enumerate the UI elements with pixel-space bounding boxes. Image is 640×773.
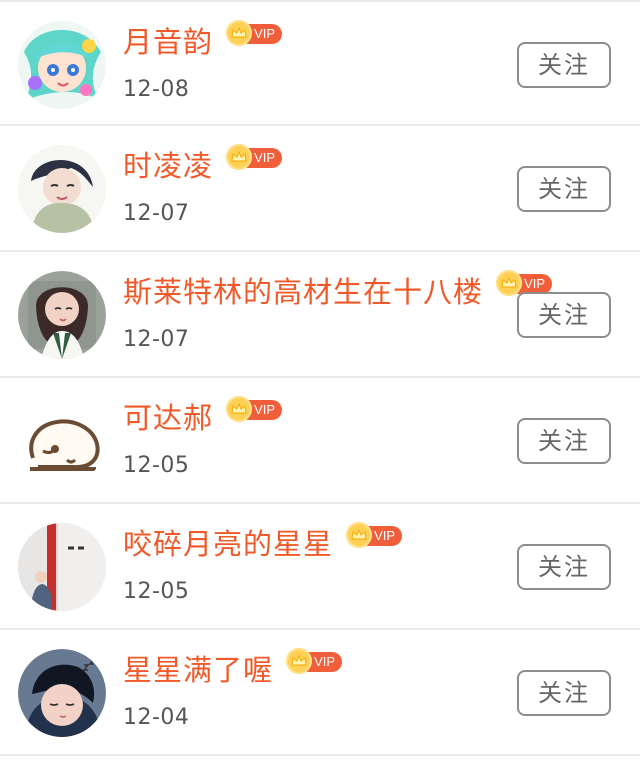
name-line: 时凌凌 VIP — [123, 144, 283, 186]
username[interactable]: 咬碎月亮的星星 — [123, 524, 333, 564]
list-item[interactable]: 可达郝 VIP 12-05 关注 — [0, 378, 640, 504]
name-line: 月音韵 VIP — [123, 20, 283, 62]
crown-icon — [226, 144, 253, 170]
username[interactable]: 斯莱特林的高材生在十八楼 — [123, 272, 483, 312]
follow-button[interactable]: 关注 — [517, 292, 611, 338]
list-item[interactable]: 时凌凌 VIP 12-07 关注 — [0, 126, 640, 252]
follow-date: 12-07 — [123, 327, 190, 352]
avatar[interactable] — [18, 271, 106, 359]
list-item[interactable]: 斯莱特林的高材生在十八楼 VIP 12-07 关注 — [0, 252, 640, 378]
follow-list: 月音韵 VIP 12-08 关注 时凌凌 VIP 12-07 关注 斯莱特林的高… — [0, 0, 640, 773]
crown-icon — [226, 396, 253, 422]
name-line: 星星满了喔 VIP — [123, 648, 343, 690]
vip-badge: VIP — [226, 20, 283, 46]
follow-date: 12-04 — [123, 705, 190, 730]
username[interactable]: 时凌凌 — [123, 146, 213, 186]
crown-icon — [346, 522, 373, 548]
follow-button[interactable]: 关注 — [517, 670, 611, 716]
follow-date: 12-05 — [123, 453, 190, 478]
avatar[interactable] — [18, 397, 106, 485]
vip-badge: VIP — [226, 144, 283, 170]
list-item[interactable]: 月音韵 VIP 12-08 关注 — [0, 0, 640, 126]
list-item[interactable]: 咬碎月亮的星星 VIP 12-05 关注 — [0, 504, 640, 630]
avatar[interactable] — [18, 145, 106, 233]
name-line: 可达郝 VIP — [123, 396, 283, 438]
follow-date: 12-07 — [123, 201, 190, 226]
follow-button[interactable]: 关注 — [517, 166, 611, 212]
avatar[interactable] — [18, 21, 106, 109]
name-line: 斯莱特林的高材生在十八楼 VIP — [123, 270, 553, 312]
follow-button[interactable]: 关注 — [517, 42, 611, 88]
avatar[interactable] — [18, 649, 106, 737]
username[interactable]: 可达郝 — [123, 398, 213, 438]
follow-date: 12-05 — [123, 579, 190, 604]
follow-button[interactable]: 关注 — [517, 418, 611, 464]
username[interactable]: 月音韵 — [123, 22, 213, 62]
list-item[interactable]: 星星满了喔 VIP 12-04 关注 — [0, 630, 640, 756]
avatar[interactable] — [18, 523, 106, 611]
crown-icon — [496, 270, 523, 296]
username[interactable]: 星星满了喔 — [123, 650, 273, 690]
follow-date: 12-08 — [123, 77, 190, 102]
vip-badge: VIP — [226, 396, 283, 422]
name-line: 咬碎月亮的星星 VIP — [123, 522, 403, 564]
follow-button[interactable]: 关注 — [517, 544, 611, 590]
vip-badge: VIP — [286, 648, 343, 674]
vip-badge: VIP — [346, 522, 403, 548]
crown-icon — [286, 648, 313, 674]
crown-icon — [226, 20, 253, 46]
